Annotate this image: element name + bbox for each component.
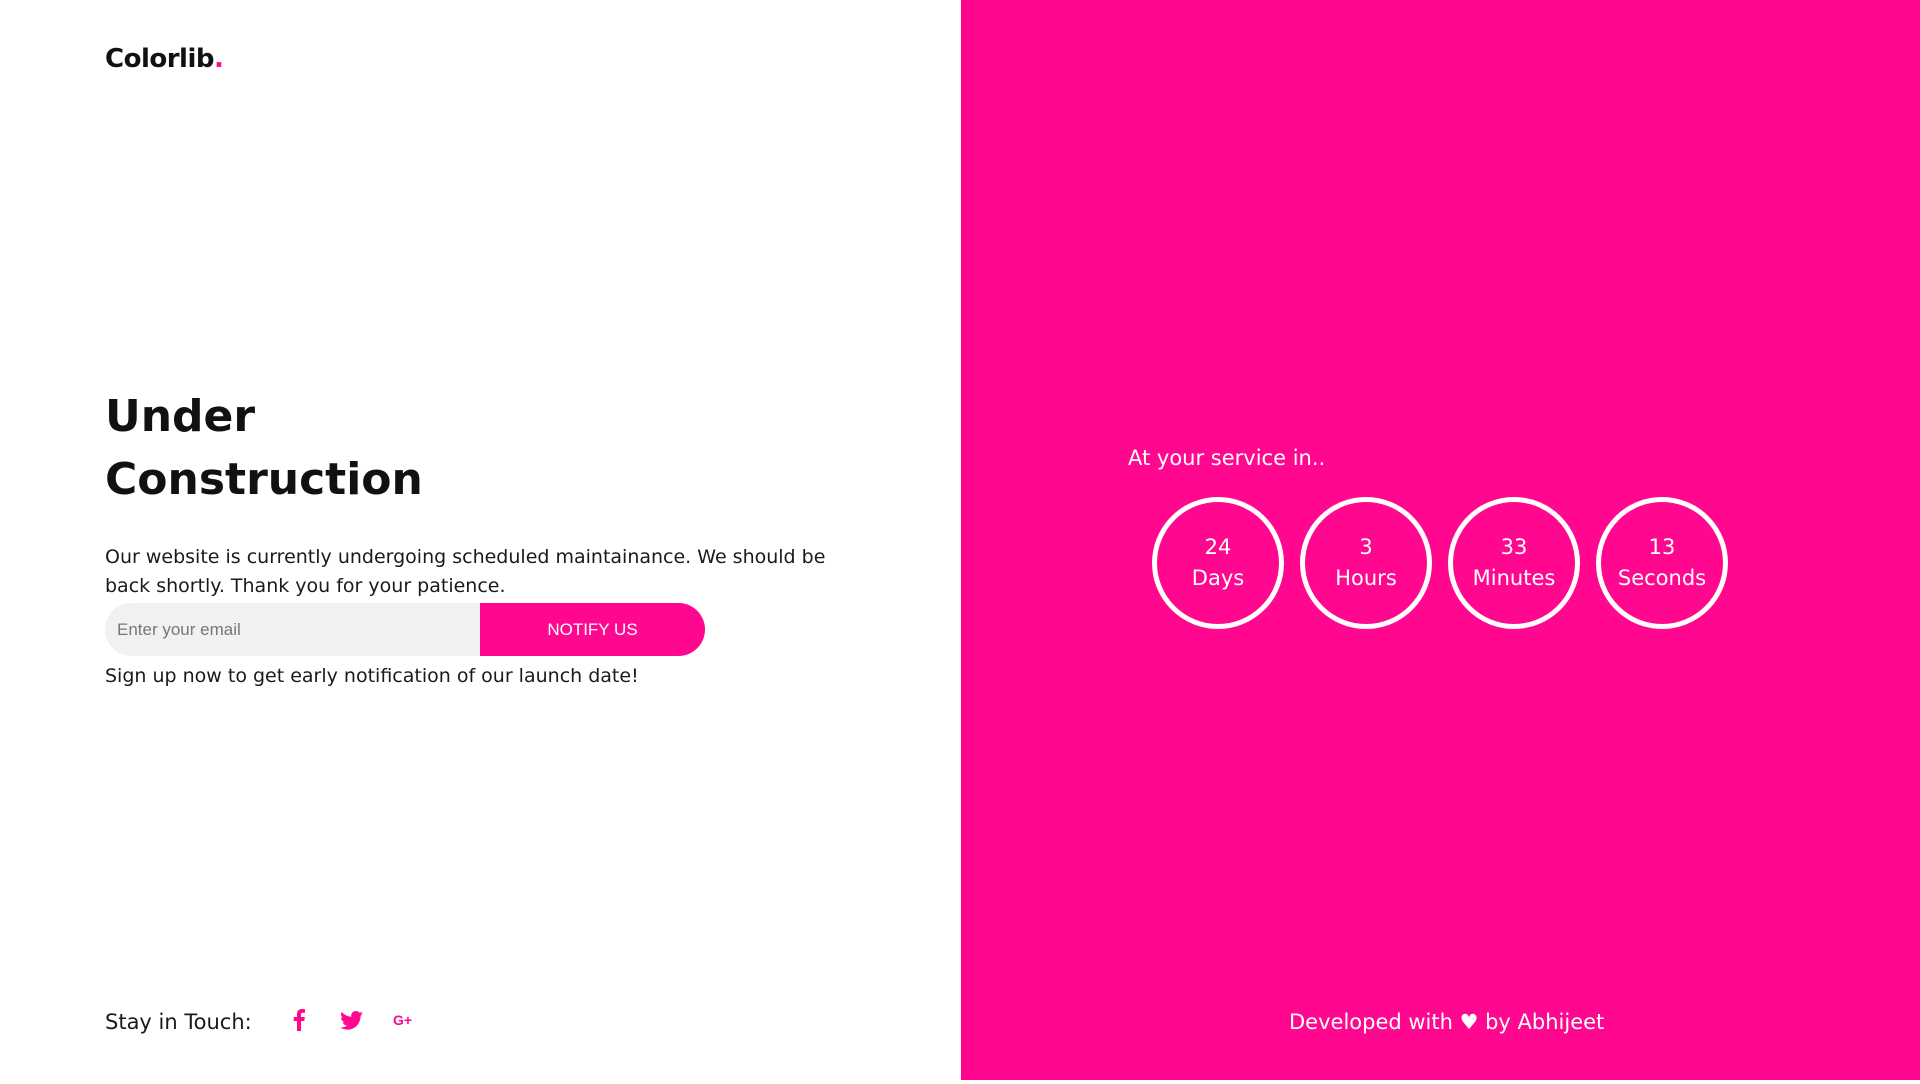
hours-value: 3: [1359, 535, 1373, 559]
facebook-link[interactable]: [272, 1006, 325, 1034]
signup-note: Sign up now to get early notification of…: [105, 665, 639, 687]
maintenance-description: Our website is currently undergoing sche…: [105, 546, 826, 597]
page-title: Under Construction: [105, 385, 525, 511]
google-plus-icon: G+: [393, 1012, 412, 1028]
developer-credit: Developed with ♥ by Abhijeet: [1289, 1010, 1605, 1034]
google-plus-link[interactable]: G+: [378, 1006, 431, 1034]
seconds-label: Seconds: [1617, 566, 1707, 590]
minutes-label: Minutes: [1472, 566, 1556, 590]
countdown-days: 24 Days: [1152, 497, 1284, 629]
stay-in-touch-label: Stay in Touch:: [105, 1010, 252, 1034]
notify-form: NOTIFY US: [105, 603, 705, 656]
twitter-icon: [340, 1010, 363, 1030]
days-value: 24: [1204, 535, 1232, 559]
brand-dot: .: [213, 44, 224, 74]
countdown-timer: 24 Days 3 Hours 33 Minutes 13 Seconds: [1152, 497, 1728, 629]
facebook-icon: [293, 1009, 305, 1031]
page: Colorlib. Under Construction Our website…: [0, 0, 1920, 1084]
brand-logo[interactable]: Colorlib.: [105, 44, 224, 74]
seconds-value: 13: [1648, 535, 1676, 559]
countdown-heading: At your service in..: [1128, 446, 1326, 470]
social-links: G+: [272, 1006, 431, 1034]
twitter-link[interactable]: [325, 1006, 378, 1034]
minutes-value: 33: [1500, 535, 1528, 559]
email-input[interactable]: [105, 603, 480, 656]
left-panel: Colorlib. Under Construction Our website…: [0, 0, 961, 1080]
svg-text:G+: G+: [393, 1012, 412, 1028]
title-line-1: Under: [105, 391, 256, 442]
countdown-minutes: 33 Minutes: [1448, 497, 1580, 629]
notify-button[interactable]: NOTIFY US: [480, 603, 705, 656]
days-label: Days: [1191, 566, 1245, 590]
countdown-hours: 3 Hours: [1300, 497, 1432, 629]
brand-name: Colorlib: [105, 44, 214, 74]
hours-label: Hours: [1335, 566, 1397, 590]
title-line-2: Construction: [105, 454, 423, 505]
countdown-seconds: 13 Seconds: [1596, 497, 1728, 629]
